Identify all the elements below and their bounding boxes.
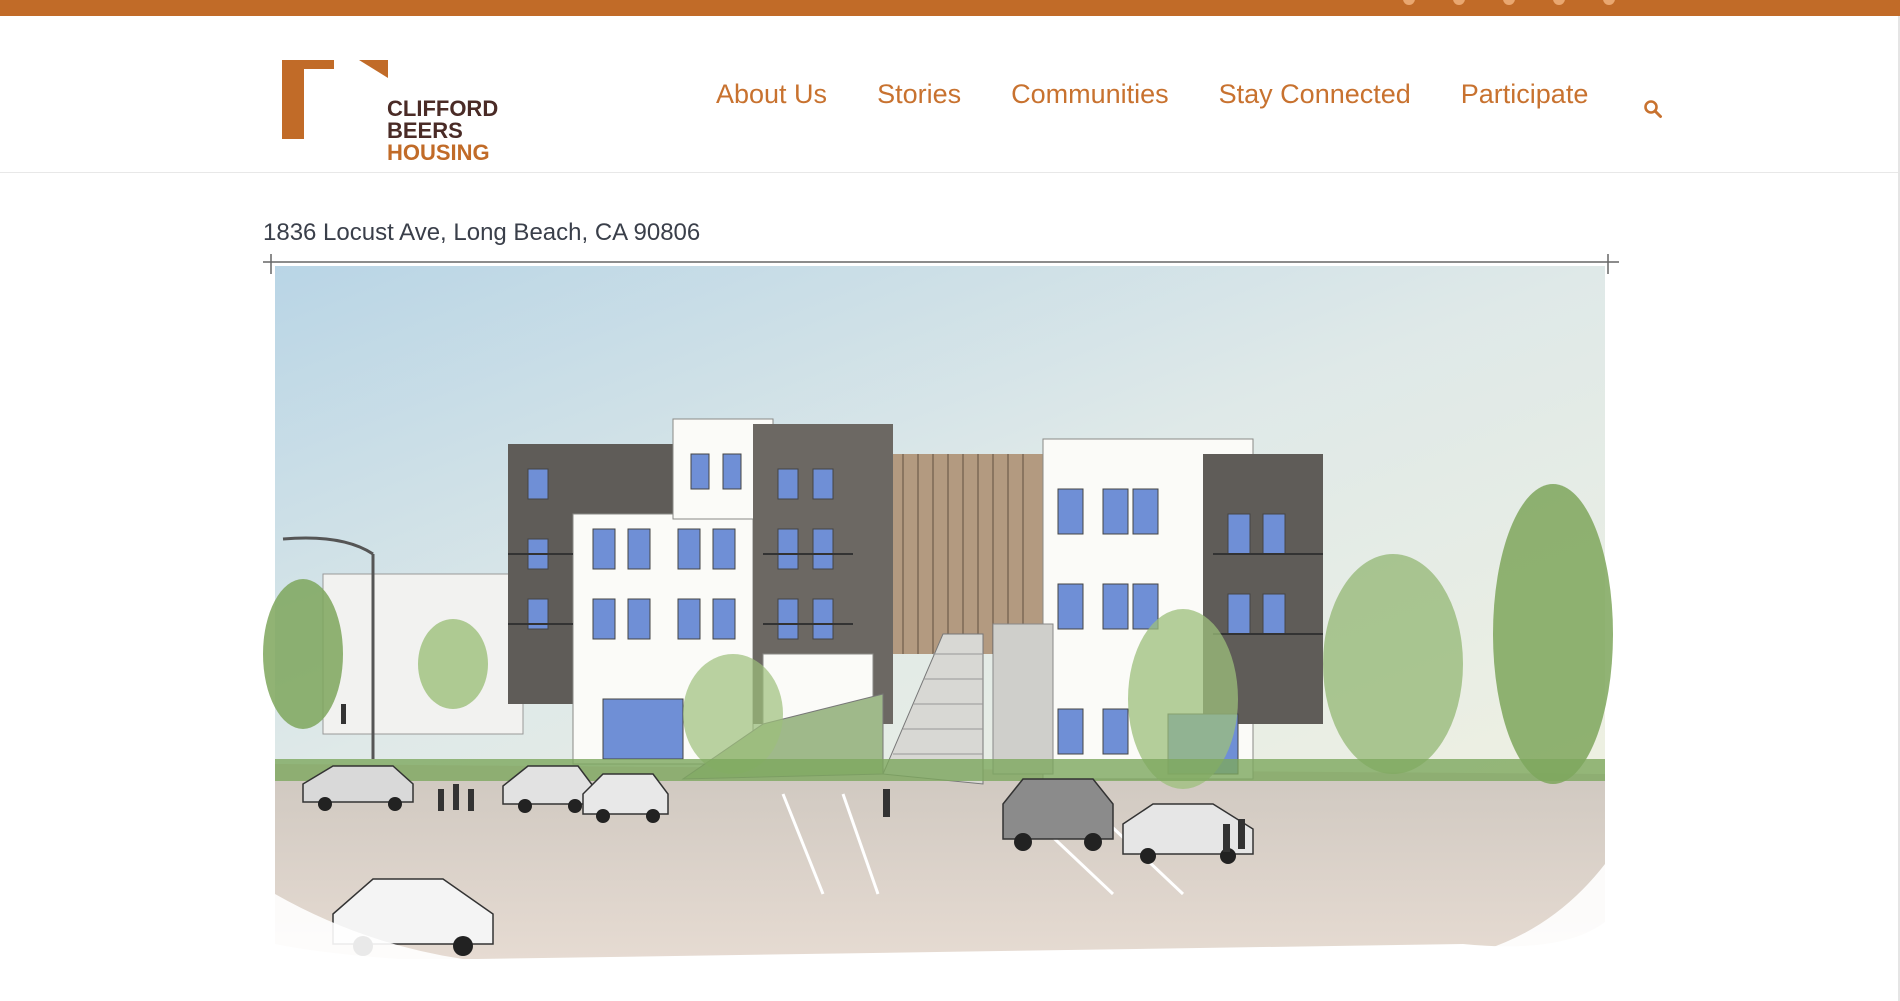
nav-item-stories[interactable]: Stories <box>877 79 961 110</box>
nav-item-stay-connected[interactable]: Stay Connected <box>1219 79 1411 110</box>
site-header: CLIFFORD BEERS HOUSING About Us Stories … <box>0 16 1900 173</box>
property-address: 1836 Locust Ave, Long Beach, CA 90806 <box>263 219 701 246</box>
social-icon-4[interactable] <box>1553 0 1565 5</box>
social-icon-3[interactable] <box>1503 0 1515 5</box>
logo-text-line2: BEERS <box>387 118 463 143</box>
social-icon-5[interactable] <box>1603 0 1615 5</box>
nav-item-communities[interactable]: Communities <box>1011 79 1169 110</box>
architectural-rendering-image <box>263 254 1619 972</box>
nav-item-about-us[interactable]: About Us <box>716 79 827 110</box>
site-logo[interactable]: CLIFFORD BEERS HOUSING <box>281 44 498 172</box>
social-icon-1[interactable] <box>1403 0 1415 5</box>
top-bar <box>0 0 1900 16</box>
search-icon[interactable] <box>1643 99 1663 119</box>
nav-item-participate[interactable]: Participate <box>1461 79 1589 110</box>
house-mark-icon <box>282 60 388 139</box>
social-icon-2[interactable] <box>1453 0 1465 5</box>
logo-text-line3: HOUSING <box>387 140 490 165</box>
logo-text-line1: CLIFFORD <box>387 96 499 121</box>
main-nav: About Us Stories Communities Stay Connec… <box>716 74 1588 114</box>
